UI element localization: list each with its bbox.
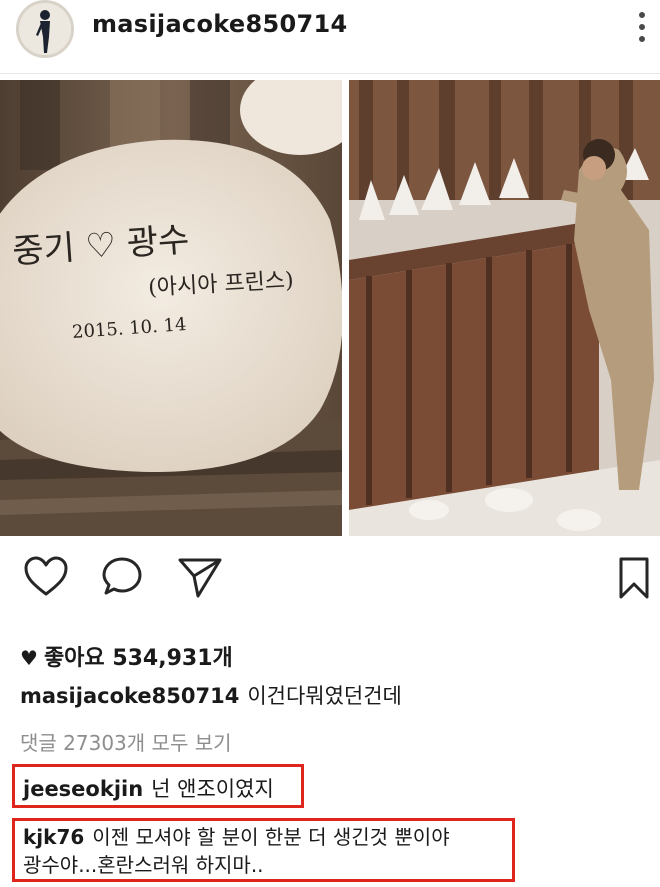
- comment-username[interactable]: jeeseokjin: [23, 777, 143, 801]
- likes-label: 좋아요 534,931개: [43, 646, 233, 671]
- caption-username[interactable]: masijacoke850714: [20, 684, 239, 708]
- filled-heart-icon: ♥: [20, 646, 38, 670]
- avatar[interactable]: [16, 0, 74, 58]
- post-photo-soldier[interactable]: [349, 80, 660, 536]
- comment-text: 이젠 모셔야 할 분이 한분 더 생긴것 뿐이야: [92, 825, 450, 849]
- post-photo-stone[interactable]: 중기 ♡ 광수 (아시아 프린스) 2015. 10. 14: [0, 80, 342, 536]
- post-username[interactable]: masijacoke850714: [92, 10, 347, 38]
- bookmark-icon[interactable]: [618, 556, 650, 604]
- caption-text: 이건다뭐였던건데: [247, 684, 402, 708]
- comment-line2: 광수야...혼란스러워 하지마..: [23, 853, 264, 877]
- post-caption: masijacoke850714 이건다뭐였던건데: [20, 680, 402, 710]
- avatar-photo: [19, 3, 71, 55]
- heart-icon[interactable]: [24, 556, 68, 602]
- likes-count[interactable]: ♥ 좋아요 534,931개: [20, 640, 233, 672]
- post-header: masijacoke850714: [0, 0, 660, 74]
- action-bar: [0, 556, 660, 604]
- comment-item: jeeseokjin 넌 앤조이였지: [12, 764, 304, 808]
- more-options-icon[interactable]: [632, 8, 652, 46]
- comment-item: kjk76 이젠 모셔야 할 분이 한분 더 생긴것 뿐이야 광수야...혼란스러…: [12, 818, 515, 882]
- view-all-comments-link[interactable]: 댓글 27303개 모두 보기: [20, 727, 232, 756]
- comment-username[interactable]: kjk76: [23, 825, 84, 849]
- comment-line1: kjk76 이젠 모셔야 할 분이 한분 더 생긴것 뿐이야: [23, 823, 504, 851]
- comment-text: 넌 앤조이였지: [151, 777, 274, 801]
- share-icon[interactable]: [176, 556, 224, 604]
- comment-icon[interactable]: [102, 556, 146, 602]
